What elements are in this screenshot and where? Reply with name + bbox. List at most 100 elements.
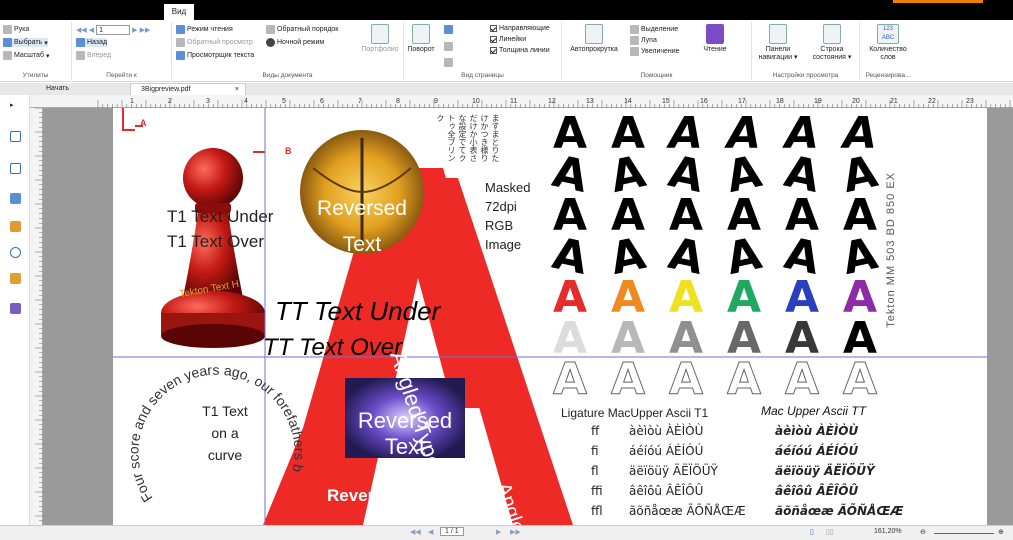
last-page-icon[interactable]: ▶▶: [510, 528, 521, 536]
page-indicator[interactable]: 1 / 1: [440, 527, 464, 536]
ruler-label: 20: [852, 98, 860, 105]
tab-start[interactable]: Начать: [36, 83, 79, 95]
comments-icon[interactable]: [10, 221, 21, 232]
single-page-view-icon[interactable]: ▯: [810, 528, 814, 536]
group-label-review: Рецензирова...: [865, 72, 911, 79]
lock-icon[interactable]: [10, 273, 21, 284]
zoom-out-icon[interactable]: ⊖: [920, 528, 926, 536]
text-viewer-button[interactable]: Просмотрщик текста: [176, 51, 254, 60]
forward-button[interactable]: Вперед: [76, 51, 111, 60]
order-icon: [266, 25, 275, 34]
moon-icon: [266, 38, 275, 47]
ruler-label: 17: [738, 98, 746, 105]
first-page-icon[interactable]: ◀◀: [410, 528, 421, 536]
ruler-label: 23: [966, 98, 974, 105]
portfolio-button[interactable]: Портфолио: [360, 24, 400, 54]
zoom-tool[interactable]: Масштаб ▾: [3, 51, 49, 60]
read-button[interactable]: Чтение: [700, 24, 730, 54]
ligature-header: Ligature MacUpper Ascii T1: [561, 406, 709, 420]
pages-icon[interactable]: [10, 163, 21, 174]
mac-upper-tt: áéíóú ÁÉÍÓÚ: [775, 444, 859, 458]
curve-line-3: curve: [207, 447, 243, 463]
first-page-icon[interactable]: ◀◀: [76, 26, 87, 34]
pawn-head: [183, 148, 243, 208]
select-tool[interactable]: Выбрать ▾: [3, 38, 48, 47]
rotate-button[interactable]: Поворот: [406, 24, 436, 54]
zoom-slider[interactable]: [934, 533, 994, 534]
reversed-text-3: Reversed Text: [327, 486, 442, 505]
mac-upper-t1: àèìòù ÀÈÌÒÙ: [629, 424, 704, 438]
group-viewsettings: Панели навигации ▾ Строка состояния ▾ Наст…: [752, 22, 860, 80]
read-mode-button[interactable]: Режим чтения: [176, 25, 233, 34]
continuous-view-icon[interactable]: ▯▯: [826, 528, 834, 536]
hand-tool[interactable]: Рука: [3, 25, 29, 34]
word-count-icon: 123 ABC: [877, 24, 899, 44]
tab-view[interactable]: Вид: [164, 4, 194, 20]
masked-line-2: 72dpi: [485, 199, 517, 214]
ruler-ticks-vertical: [35, 107, 43, 522]
attachment-icon[interactable]: [10, 247, 21, 258]
curve-line-1: T1 Text: [202, 403, 248, 419]
ruler-label: 19: [814, 98, 822, 105]
ligature-glyph: ff: [591, 424, 600, 438]
ligature-glyph: ffl: [591, 504, 603, 518]
reverse-view-button[interactable]: Обратный просмотр: [176, 38, 253, 47]
reversed-text-2: Reversed Text: [357, 408, 453, 459]
guides-checkbox[interactable]: Направляющие: [490, 25, 550, 32]
reversed-text-1: Reversed Text: [317, 197, 407, 256]
ruler-label: 6: [320, 98, 324, 105]
next-page-icon[interactable]: ▶: [496, 528, 501, 536]
ruler-label: 2: [168, 98, 172, 105]
group-label-goto: Перейти к: [106, 72, 137, 79]
nav-panels-button[interactable]: Панели навигации ▾: [754, 24, 802, 62]
page-nav: ◀◀ ◀ 1 ▶ ▶▶: [76, 25, 150, 35]
magnifier-button[interactable]: Увеличение: [630, 47, 680, 56]
pawn-base-bottom: [161, 324, 265, 348]
single-page-icon[interactable]: [444, 25, 453, 34]
tt-text-under: TT Text Under: [275, 296, 441, 326]
group-assistant: Автопрокрутка Выделение Лупа Увеличение …: [562, 22, 752, 80]
last-page-icon[interactable]: ▶▶: [140, 26, 151, 34]
next-page-icon[interactable]: ▶: [132, 26, 137, 34]
mac-upper-t1: ãõñåœæ ÃÕÑÅŒÆ: [629, 504, 746, 518]
expand-arrow-icon[interactable]: ▸: [10, 101, 14, 109]
horizontal-ruler: 1 2 3 4 5 6 7 8 9 10 11 12 13 14 15 16 17 18 19 20 21 22 23: [30, 95, 1013, 108]
night-mode-button[interactable]: Ночной режим: [266, 38, 324, 47]
tab-pdf[interactable]: 3Bigpreview.pdf ×: [130, 83, 246, 95]
ruler-label: 15: [662, 98, 670, 105]
text-viewer-icon: [176, 51, 185, 60]
reverse-order-button[interactable]: Обратный порядок: [266, 25, 338, 34]
page-input[interactable]: 1: [96, 25, 131, 35]
loupe-button[interactable]: Лупа: [630, 36, 657, 45]
japanese-vertical-text: ますまとりたけかつき様りだけか小表さな設定でてクトゥ全ブリンク: [436, 114, 500, 162]
font-sample-a: A: [552, 354, 588, 405]
rulers-checkbox[interactable]: Линейки: [490, 36, 526, 43]
marker-a: A: [140, 118, 147, 128]
statusbar-icon: [823, 24, 841, 44]
layers-icon[interactable]: [10, 193, 21, 204]
ruler-label: 18: [776, 98, 784, 105]
zoom-in-icon[interactable]: ⊕: [998, 528, 1004, 536]
document-canvas[interactable]: Four score and seven years ago, our fore…: [43, 108, 1013, 525]
line-weights-checkbox[interactable]: Толщина линии: [490, 47, 550, 54]
autoscroll-button[interactable]: Автопрокрутка: [566, 24, 622, 54]
bookmark-icon[interactable]: [10, 131, 21, 142]
word-count-button[interactable]: 123 ABC Количество слов: [862, 24, 914, 62]
mac-upper-tt: àèìòù ÀÈÌÒÙ: [775, 424, 859, 438]
page-layout-icon[interactable]: [444, 58, 453, 67]
tt-text-over: TT Text Over: [263, 334, 403, 361]
masked-line-3: RGB: [485, 218, 514, 233]
prev-page-icon[interactable]: ◀: [428, 528, 433, 536]
mac-upper-t1: âêîôû ÂÊÎÔÛ: [629, 484, 704, 498]
continuous-icon[interactable]: [444, 42, 453, 51]
status-bar-button[interactable]: Строка состояния ▾: [808, 24, 856, 62]
marquee-button[interactable]: Выделение: [630, 25, 678, 34]
prev-page-icon[interactable]: ◀: [89, 26, 94, 34]
zoom-icon: [3, 51, 12, 60]
group-review: 123 ABC Количество слов Рецензирова...: [860, 22, 916, 80]
ruler-label: 22: [928, 98, 936, 105]
ruler-label: 21: [890, 98, 898, 105]
marquee-icon: [630, 25, 639, 34]
signature-icon[interactable]: [10, 303, 21, 314]
back-button[interactable]: Назад: [76, 38, 108, 47]
